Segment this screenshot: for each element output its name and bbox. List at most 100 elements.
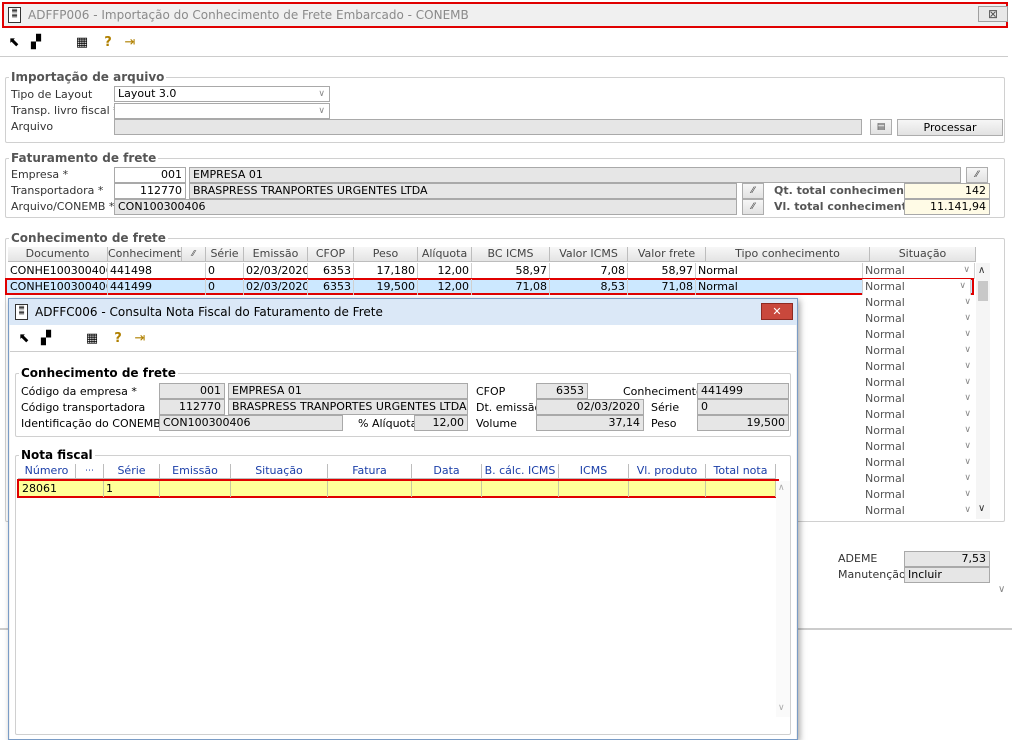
nota-col-vl-produto[interactable]: Vl. produto [629,464,706,479]
nota-col-total[interactable]: Total nota [706,464,776,479]
carrier-search-icon[interactable]: ⁄⁄ [742,183,764,199]
col-valor-frete[interactable]: Valor frete [628,247,706,262]
d-emissao-value: 02/03/2020 [536,399,644,415]
copy-tool-icon[interactable]: ▞ [38,331,54,347]
nota-col-numero[interactable]: Número [18,464,76,479]
browse-folder-icon[interactable]: ▤ [870,119,892,135]
cell-valor-frete: 71,08 [628,279,696,295]
chevron-down-icon: ∨ [964,377,971,387]
situation-cell[interactable]: Normal ∨ [863,455,975,471]
exit-icon[interactable]: ⇥ [122,35,138,51]
exit-icon[interactable]: ⇥ [132,331,148,347]
situation-cell[interactable]: Normal ∨ [863,391,975,407]
arrow-tool-icon[interactable]: ⬉ [16,331,32,347]
main-scroll-down-icon[interactable]: ∨ [998,584,1005,595]
help-icon[interactable]: ? [110,331,126,347]
situation-cell[interactable]: Normal ∨ [863,343,975,359]
situation-cell[interactable]: Normal ∨ [863,311,975,327]
cell-situacao[interactable]: Normal ∨ [863,279,971,295]
nota-row-selected[interactable]: 28061 1 [17,479,779,498]
d-volume-value: 37,14 [536,415,644,431]
cell-aliquota: 12,00 [418,279,472,295]
cell-valor-icms: 7,08 [550,263,628,279]
process-button[interactable]: Processar [897,119,1003,136]
col-serie[interactable]: Série [206,247,244,262]
col-peso[interactable]: Peso [354,247,418,262]
ademe-value: 7,53 [904,551,990,567]
situation-cell[interactable]: Normal ∨ [863,407,975,423]
nota-scrollbar[interactable]: ∧ ∨ [776,481,790,717]
situation-cell[interactable]: Normal ∨ [863,359,975,375]
scroll-down-icon[interactable]: ∨ [778,703,785,713]
chevron-down-icon: ∨ [964,425,971,435]
cell-peso: 19,500 [354,279,418,295]
situation-cell[interactable]: Normal ∨ [863,375,975,391]
nota-col-emissao[interactable]: Emissão [160,464,231,479]
scroll-up-icon[interactable]: ∧ [978,265,985,276]
scroll-down-icon[interactable]: ∨ [978,503,985,514]
d-carrier-label: Código transportadora [21,401,146,414]
col-valor-icms[interactable]: Valor ICMS [550,247,628,262]
cell-situacao[interactable]: Normal ∨ [863,263,975,279]
cell-documento: CONHE100300406 [10,263,108,279]
dialog-conhecimento-legend: Conhecimento de frete [19,366,178,380]
col-bc-icms[interactable]: BC ICMS [472,247,550,262]
nota-cell-fatura [328,481,412,497]
arrow-tool-icon[interactable]: ⬉ [6,35,22,51]
layout-select[interactable]: Layout 3.0 ∨ [114,86,330,102]
situation-cell[interactable]: Normal ∨ [863,295,975,311]
carrier-code[interactable]: 112770 [114,183,186,199]
d-emissao-label: Dt. emissão [476,401,542,414]
cell-valor-frete: 58,97 [628,263,696,279]
scroll-thumb[interactable] [978,281,988,301]
company-search-icon[interactable]: ⁄⁄ [966,167,988,183]
col-situacao[interactable]: Situação [870,247,976,262]
calculator-icon[interactable]: ▦ [84,331,100,347]
col-emissao[interactable]: Emissão [244,247,308,262]
col-filter-icon[interactable]: ⁄⁄ [182,247,206,262]
nota-col-bcalc[interactable]: B. cálc. ICMS [482,464,559,479]
situation-cell[interactable]: Normal ∨ [863,503,975,519]
vl-total-value: 11.141,94 [904,199,990,215]
nota-col-situacao[interactable]: Situação [231,464,328,479]
ademe-label: ADEME [838,552,878,565]
cell-serie: 0 [206,279,244,295]
chevron-down-icon: ∨ [959,281,966,291]
d-conemb-label: Identificação do CONEMB * [21,417,170,430]
conemb-search-icon[interactable]: ⁄⁄ [742,199,764,215]
situation-cell[interactable]: Normal ∨ [863,487,975,503]
dialog-toolbar-divider [10,351,796,352]
table-row[interactable]: CONHE100300406 441498 0 02/03/2020 6353 … [8,263,976,279]
file-label: Arquivo [11,120,54,133]
copy-tool-icon[interactable]: ▞ [28,35,44,51]
main-close-button[interactable]: ⊠ [978,6,1008,22]
situation-cell[interactable]: Normal ∨ [863,327,975,343]
situation-cell[interactable]: Normal ∨ [863,471,975,487]
col-conhecimento[interactable]: Conhecimento [108,247,182,262]
company-code[interactable]: 001 [114,167,186,183]
nota-col-icms[interactable]: ICMS [559,464,629,479]
table-row-selected[interactable]: CONHE100300406 441499 0 02/03/2020 6353 … [5,278,974,295]
grid-scrollbar[interactable]: ∧ ∨ [976,263,990,519]
nota-col-serie[interactable]: Série [104,464,160,479]
scroll-up-icon[interactable]: ∧ [778,483,785,493]
d-carrier-code: 112770 [159,399,225,415]
col-aliquota[interactable]: Alíquota [418,247,472,262]
col-tipo[interactable]: Tipo conhecimento [706,247,870,262]
situation-cell[interactable]: Normal ∨ [863,423,975,439]
help-icon[interactable]: ? [100,35,116,51]
nota-col-fatura[interactable]: Fatura [328,464,412,479]
situation-cell[interactable]: Normal ∨ [863,439,975,455]
file-input[interactable] [114,119,862,135]
nota-col-data[interactable]: Data [412,464,482,479]
chevron-down-icon: ∨ [964,473,971,483]
chevron-down-icon: ∨ [964,361,971,371]
dialog-window: ≡ ≡ ADFFC006 - Consulta Nota Fiscal do Fa… [8,298,798,740]
nota-col-filter-icon[interactable]: ⋯ [76,464,104,479]
calculator-icon[interactable]: ▦ [74,35,90,51]
col-cfop[interactable]: CFOP [308,247,354,262]
transp-select[interactable]: ∨ [114,103,330,119]
col-documento[interactable]: Documento [8,247,108,262]
dialog-close-button[interactable]: ✕ [761,303,793,320]
transp-label: Transp. livro fiscal * [11,104,119,117]
